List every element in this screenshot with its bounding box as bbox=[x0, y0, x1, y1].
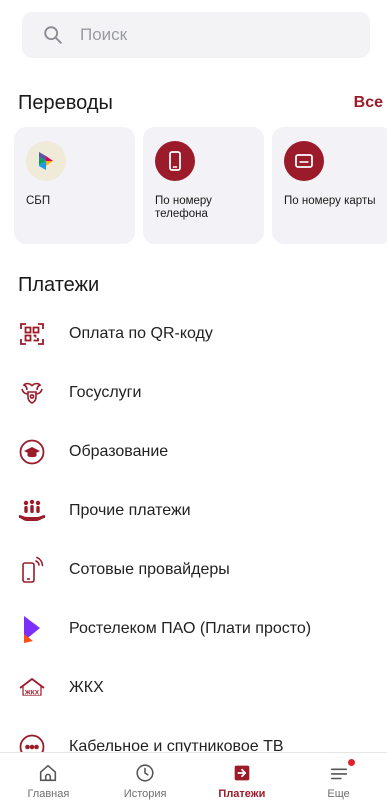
tab-more[interactable]: Еще bbox=[294, 753, 384, 800]
tab-home[interactable]: Главная bbox=[3, 753, 93, 800]
transfer-card-label: СБП bbox=[26, 195, 51, 207]
notification-badge bbox=[347, 759, 355, 766]
payment-item-label: Сотовые провайдеры bbox=[69, 560, 230, 578]
menu-icon bbox=[330, 768, 347, 780]
payment-item-education[interactable]: Образование bbox=[0, 422, 387, 481]
payment-item-label: Образование bbox=[69, 442, 169, 460]
transfer-card-phone[interactable]: По номеру телефона bbox=[143, 127, 264, 244]
search-icon bbox=[44, 26, 62, 44]
payment-item-label: Прочие платежи bbox=[69, 501, 191, 519]
tab-label: Платежи bbox=[218, 788, 266, 800]
coat-of-arms-icon bbox=[18, 379, 46, 407]
transfer-card-label: По номеру телефона bbox=[155, 195, 212, 220]
transfer-cards: СБП По номеру телефона По номеру карты bbox=[14, 127, 387, 244]
mobile-signal-icon bbox=[18, 556, 46, 584]
payment-item-zhkh[interactable]: ЖКХ ЖКХ bbox=[0, 658, 387, 717]
transfer-card-label: По номеру карты bbox=[284, 195, 376, 207]
clock-icon bbox=[136, 764, 154, 782]
payment-item-gosuslugi[interactable]: Госуслуги bbox=[0, 363, 387, 422]
payment-item-label: Оплата по QR-коду bbox=[69, 324, 213, 342]
people-hand-icon bbox=[18, 497, 46, 525]
payment-item-label: Госуслуги bbox=[69, 383, 142, 401]
payments-list: Оплата по QR-коду Госуслуги Образование bbox=[0, 304, 387, 776]
payment-item-mobile[interactable]: Сотовые провайдеры bbox=[0, 540, 387, 599]
phone-icon bbox=[155, 141, 195, 181]
house-icon: ЖКХ bbox=[18, 674, 46, 702]
graduation-cap-icon bbox=[18, 438, 46, 466]
sbp-logo-icon bbox=[26, 141, 66, 181]
home-icon bbox=[40, 764, 57, 782]
payments-title: Платежи bbox=[18, 274, 100, 296]
bottom-tab-bar: Главная История Платежи Еще bbox=[0, 752, 387, 800]
transfers-title: Переводы bbox=[18, 92, 113, 114]
payment-item-other[interactable]: Прочие платежи bbox=[0, 481, 387, 540]
card-icon bbox=[284, 141, 324, 181]
transfer-card-card[interactable]: По номеру карты bbox=[272, 127, 387, 244]
tab-history[interactable]: История bbox=[100, 753, 190, 800]
payment-item-qr[interactable]: Оплата по QR-коду bbox=[0, 304, 387, 363]
transfer-card-sbp[interactable]: СБП bbox=[14, 127, 135, 244]
transfers-all-link[interactable]: Все bbox=[354, 94, 383, 112]
search-input[interactable] bbox=[80, 25, 340, 45]
payments-icon bbox=[234, 765, 250, 781]
tab-label: Главная bbox=[27, 788, 70, 800]
tab-payments[interactable]: Платежи bbox=[197, 753, 287, 800]
payment-item-label: Ростелеком ПАО (Плати просто) bbox=[69, 619, 312, 637]
qr-scan-icon bbox=[18, 320, 46, 348]
tab-label: История bbox=[123, 788, 167, 800]
payment-item-label: ЖКХ bbox=[69, 678, 104, 696]
search-bar[interactable] bbox=[22, 12, 370, 58]
payment-item-rostelecom[interactable]: Ростелеком ПАО (Плати просто) bbox=[0, 599, 387, 658]
svg-text:ЖКХ: ЖКХ bbox=[24, 689, 40, 696]
tab-label: Еще bbox=[327, 788, 350, 800]
rostelecom-logo-icon bbox=[18, 615, 46, 643]
